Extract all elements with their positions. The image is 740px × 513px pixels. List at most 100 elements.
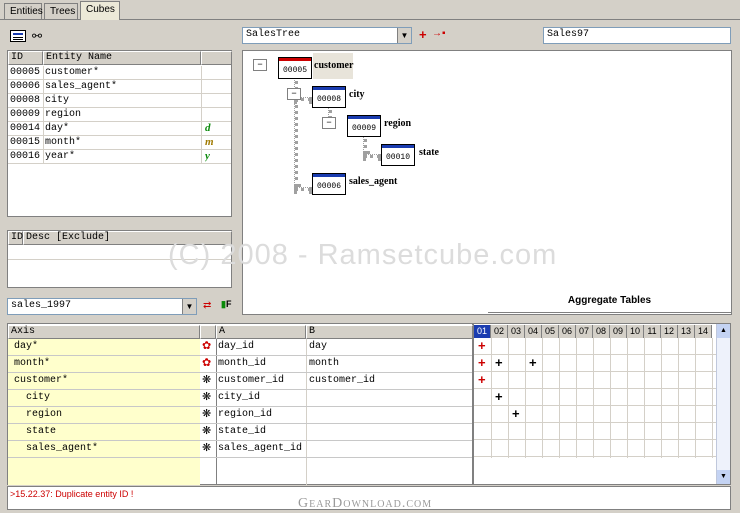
level-icon[interactable]: ✿ (202, 340, 215, 353)
aggregate-col-header[interactable]: 11 (644, 325, 661, 338)
entity-row-id[interactable]: 00015 (10, 136, 42, 149)
level-icon[interactable]: ❋ (202, 408, 215, 421)
axis-row-label[interactable]: city (26, 391, 196, 404)
axis-row-a[interactable]: day_id (218, 340, 304, 353)
axis-row-a[interactable]: month_id (218, 357, 304, 370)
entity-col-name[interactable]: Entity Name (43, 51, 201, 65)
aggregate-col-header[interactable]: 09 (610, 325, 627, 338)
entity-row-id[interactable]: 00008 (10, 94, 42, 107)
axis-col-axis[interactable]: Axis (8, 325, 200, 339)
aggregate-mark[interactable]: + (495, 356, 503, 369)
chevron-down-icon[interactable]: ▼ (397, 28, 411, 43)
tree-node-region[interactable]: 00009 (347, 115, 381, 137)
tree-label-state: state (419, 147, 439, 158)
axis-row-a[interactable]: state_id (218, 425, 304, 438)
aggregate-col-header[interactable]: 12 (661, 325, 678, 338)
axis-row-label[interactable]: customer* (14, 374, 184, 387)
aggregate-col-header[interactable]: 13 (678, 325, 695, 338)
col-line (712, 338, 713, 458)
swap-icon[interactable]: ⇄ (203, 300, 211, 311)
level-icon[interactable]: ❋ (202, 391, 215, 404)
entity-col-id[interactable]: ID (8, 51, 43, 65)
entity-row-name[interactable]: month* (45, 136, 195, 149)
axis-row-a[interactable]: sales_agent_id (218, 442, 304, 455)
aggregate-mark[interactable]: + (512, 407, 520, 420)
tree-node-customer[interactable]: 00005 (278, 57, 312, 79)
aggregate-col-header[interactable]: 05 (542, 325, 559, 338)
axis-row-a[interactable]: city_id (218, 391, 304, 404)
tab-entities[interactable]: Entities (4, 3, 43, 19)
add-node-icon[interactable]: + (419, 27, 427, 42)
aggregate-mark[interactable]: + (478, 373, 486, 386)
new-entity-icon[interactable] (10, 30, 26, 42)
axis-row-label[interactable]: state (26, 425, 196, 438)
tree-label-sales-agent: sales_agent (349, 176, 398, 187)
level-icon[interactable]: ❋ (202, 425, 215, 438)
aggregate-col-header[interactable]: 01 (474, 325, 491, 338)
aggregate-col-header[interactable]: 04 (525, 325, 542, 338)
axis-col-a[interactable]: A (216, 325, 306, 339)
collapse-toggle[interactable]: − (253, 59, 267, 71)
tree-node-sales-agent[interactable]: 00006 (312, 173, 346, 195)
entity-row-id[interactable]: 00014 (10, 122, 42, 135)
aggregate-col-header[interactable]: 08 (593, 325, 610, 338)
chevron-down-icon[interactable]: ▼ (182, 299, 196, 314)
aggregate-mark[interactable]: + (478, 339, 486, 352)
axis-row-b[interactable]: customer_id (309, 374, 469, 387)
entity-row-id[interactable]: 00009 (10, 108, 42, 121)
cube-select[interactable]: sales_1997 ▼ (7, 298, 197, 315)
row-line (8, 163, 231, 164)
aggregate-col-header[interactable]: 14 (695, 325, 712, 338)
entity-row-name[interactable]: region (45, 108, 195, 121)
tree-node-city[interactable]: 00008 (312, 86, 346, 108)
tab-trees[interactable]: Trees (44, 3, 78, 19)
axis-row-a[interactable]: region_id (218, 408, 304, 421)
axis-row-b[interactable] (309, 408, 469, 421)
axis-row-a[interactable]: customer_id (218, 374, 304, 387)
aggregate-col-header[interactable]: 10 (627, 325, 644, 338)
entity-row-name[interactable]: day* (45, 122, 195, 135)
tree-select[interactable]: SalesTree ▼ (242, 27, 412, 44)
axis-row-b[interactable] (309, 391, 469, 404)
level-icon[interactable]: ❋ (202, 442, 215, 455)
scroll-down-icon[interactable]: ▼ (717, 470, 730, 484)
link-icon[interactable]: ⚯ (32, 29, 42, 43)
axis-row-b[interactable]: month (309, 357, 469, 370)
collapse-toggle[interactable]: − (287, 88, 301, 100)
entity-row-id[interactable]: 00006 (10, 80, 42, 93)
level-icon[interactable]: ✿ (202, 357, 215, 370)
scroll-up-icon[interactable]: ▲ (717, 324, 730, 338)
axis-row-label[interactable]: month* (14, 357, 184, 370)
aggregate-mark[interactable]: + (495, 390, 503, 403)
aggregate-mark[interactable]: + (529, 356, 537, 369)
aggregate-col-header[interactable]: 03 (508, 325, 525, 338)
axis-col-b[interactable]: B (306, 325, 473, 339)
exclude-col-id[interactable]: ID (8, 231, 23, 245)
axis-row-b[interactable] (309, 425, 469, 438)
entity-row-name[interactable]: year* (45, 150, 195, 163)
axis-row-label[interactable]: sales_agent* (26, 442, 196, 455)
axis-row-b[interactable] (309, 442, 469, 455)
filter-icon[interactable]: ▮F (221, 299, 231, 310)
axis-row-label[interactable]: day* (14, 340, 184, 353)
time-level-icon: d (205, 122, 211, 134)
entity-row-name[interactable]: city (45, 94, 195, 107)
vertical-scrollbar[interactable]: ▲ ▼ (716, 324, 730, 484)
entity-row-id[interactable]: 00005 (10, 66, 42, 79)
axis-row-label[interactable]: region (26, 408, 196, 421)
axis-row-b[interactable]: day (309, 340, 469, 353)
entity-row-name[interactable]: sales_agent* (45, 80, 195, 93)
entity-row-name[interactable]: customer* (45, 66, 195, 79)
tree-node-state[interactable]: 00010 (381, 144, 415, 166)
aggregate-col-header[interactable]: 06 (559, 325, 576, 338)
aggregate-col-header[interactable]: 02 (491, 325, 508, 338)
collapse-toggle[interactable]: − (322, 117, 336, 129)
move-node-icon[interactable]: →▪ (432, 28, 446, 39)
level-icon[interactable]: ❋ (202, 374, 215, 387)
entity-row-id[interactable]: 00016 (10, 150, 42, 163)
col-line (593, 338, 594, 458)
cube-name-input[interactable]: Sales97 (543, 27, 731, 44)
tab-cubes[interactable]: Cubes (80, 1, 120, 20)
aggregate-col-header[interactable]: 07 (576, 325, 593, 338)
aggregate-mark[interactable]: + (478, 356, 486, 369)
